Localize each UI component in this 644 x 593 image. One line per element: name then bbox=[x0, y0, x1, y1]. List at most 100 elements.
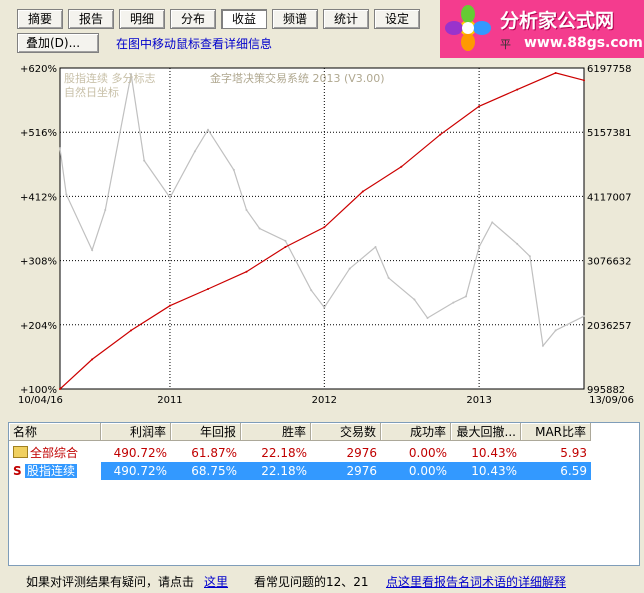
data-point bbox=[374, 246, 377, 249]
data-point bbox=[284, 246, 287, 249]
data-point bbox=[258, 227, 261, 230]
data-point bbox=[207, 128, 210, 131]
data-point bbox=[452, 301, 455, 304]
data-point bbox=[232, 168, 235, 171]
table-cell: 2976 bbox=[311, 462, 381, 480]
table-cell: 0.00% bbox=[408, 446, 447, 460]
data-point bbox=[91, 249, 94, 252]
y-tick-left: +620% bbox=[20, 64, 57, 75]
data-point bbox=[323, 226, 326, 229]
data-point bbox=[59, 388, 61, 390]
tab-spectrum[interactable]: 频谱 bbox=[272, 9, 318, 29]
logo-url: www.88gs.com bbox=[524, 35, 643, 51]
data-point bbox=[554, 329, 557, 332]
y-tick-right: 2036257 bbox=[587, 321, 632, 332]
chart-title: 金字塔决策交易系统 2013 (V3.00) bbox=[210, 71, 385, 85]
col-annual-return[interactable]: 年回报 bbox=[171, 423, 241, 441]
tab-returns[interactable]: 收益 bbox=[221, 9, 267, 29]
overlay-label: 股指连续 多分标志 bbox=[64, 71, 156, 85]
col-success-rate[interactable]: 成功率 bbox=[381, 423, 451, 441]
x-tick: 10/04/16 bbox=[18, 395, 63, 406]
col-max-drawdown[interactable]: 最大回撤... bbox=[451, 423, 521, 441]
data-point bbox=[426, 317, 429, 320]
x-tick: 2012 bbox=[312, 395, 337, 406]
tab-report[interactable]: 报告 bbox=[68, 9, 114, 29]
data-point bbox=[478, 246, 481, 249]
x-tick: 2013 bbox=[466, 395, 491, 406]
y-tick-right: 3076632 bbox=[587, 257, 632, 268]
folder-icon bbox=[13, 446, 28, 458]
col-name[interactable]: 名称 bbox=[9, 423, 101, 441]
table-row[interactable]: 全部综合 490.72% 61.87% 22.18% 2976 0.00% 10… bbox=[9, 444, 591, 462]
data-point bbox=[130, 329, 133, 332]
data-point bbox=[583, 315, 585, 318]
col-mar-ratio[interactable]: MAR比率 bbox=[521, 423, 591, 441]
data-point bbox=[439, 133, 442, 136]
table-cell: 490.72% bbox=[113, 446, 167, 460]
data-point bbox=[323, 306, 326, 309]
equity-chart[interactable]: +620% 6197758 +516% 5157381 +412% 4117007 +308… bbox=[0, 58, 644, 420]
table-cell: 61.87% bbox=[191, 446, 237, 460]
table-cell: 490.72% bbox=[101, 462, 171, 480]
data-point bbox=[413, 298, 416, 301]
y-tick-right: 6197758 bbox=[587, 64, 632, 75]
hint-text: 在图中移动鼠标查看详细信息 bbox=[116, 37, 273, 51]
logo-partial: 平 bbox=[500, 38, 511, 51]
table-row[interactable]: S 股指连续 490.72% 68.75% 22.18% 2976 0.00% 1… bbox=[9, 462, 591, 480]
data-point bbox=[168, 304, 171, 307]
y-tick-right: 4117007 bbox=[587, 192, 632, 203]
table-cell: 10.43% bbox=[471, 446, 517, 460]
row-name: 股指连续 bbox=[25, 464, 78, 478]
row-name-cell: 全部综合 bbox=[9, 444, 101, 462]
x-tick: 13/09/06 bbox=[589, 395, 634, 406]
table-cell: 68.75% bbox=[171, 462, 241, 480]
table-cell: 22.18% bbox=[241, 462, 311, 480]
overlay-button[interactable]: 叠加(D)... bbox=[17, 33, 99, 53]
footer-text-2: 看常见问题的12、21 bbox=[254, 575, 369, 589]
data-point bbox=[59, 147, 61, 150]
data-point bbox=[491, 221, 494, 224]
s-icon: S bbox=[13, 464, 22, 478]
col-win-rate[interactable]: 胜率 bbox=[241, 423, 311, 441]
results-table[interactable]: 名称 利润率 年回报 胜率 交易数 成功率 最大回撤... MAR比率 全部综合… bbox=[8, 422, 640, 566]
tab-distribution[interactable]: 分布 bbox=[170, 9, 216, 29]
data-point bbox=[104, 208, 107, 211]
tab-settings[interactable]: 设定 bbox=[374, 9, 420, 29]
table-cell: 5.93 bbox=[560, 446, 587, 460]
chart-svg[interactable]: +620% 6197758 +516% 5157381 +412% 4117007 +308… bbox=[0, 58, 644, 420]
table-cell: 6.59 bbox=[521, 462, 591, 480]
y-tick-left: +204% bbox=[20, 321, 57, 332]
data-point bbox=[361, 190, 364, 193]
data-point bbox=[284, 239, 287, 242]
data-point bbox=[541, 344, 544, 347]
col-trade-count[interactable]: 交易数 bbox=[311, 423, 381, 441]
y-tick-left: +308% bbox=[20, 257, 57, 268]
col-profit-rate[interactable]: 利润率 bbox=[101, 423, 171, 441]
data-point bbox=[143, 159, 146, 162]
data-point bbox=[478, 105, 481, 108]
table-cell: 2976 bbox=[346, 446, 377, 460]
data-point bbox=[583, 79, 585, 82]
data-point bbox=[465, 295, 468, 298]
y-tick-left: +516% bbox=[20, 128, 57, 139]
data-point bbox=[516, 88, 519, 91]
tab-summary[interactable]: 摘要 bbox=[17, 9, 63, 29]
data-point bbox=[193, 150, 196, 153]
data-point bbox=[516, 242, 519, 245]
y-tick-left: +412% bbox=[20, 192, 57, 203]
glossary-link[interactable]: 点这里看报告名词术语的详细解释 bbox=[386, 573, 566, 590]
data-point bbox=[387, 276, 390, 279]
tab-detail[interactable]: 明细 bbox=[119, 9, 165, 29]
table-cell: 0.00% bbox=[381, 462, 451, 480]
data-point bbox=[348, 267, 351, 270]
table-cell: 22.18% bbox=[261, 446, 307, 460]
tab-statistics[interactable]: 统计 bbox=[323, 9, 369, 29]
y-tick-right: 5157381 bbox=[587, 128, 632, 139]
data-point bbox=[400, 165, 403, 168]
data-point bbox=[554, 71, 557, 74]
data-point bbox=[65, 193, 68, 196]
logo-title: 分析家公式网 bbox=[500, 10, 615, 32]
row-name: 全部综合 bbox=[30, 446, 79, 460]
data-point bbox=[310, 289, 313, 292]
faq-link[interactable]: 这里 bbox=[204, 573, 228, 590]
